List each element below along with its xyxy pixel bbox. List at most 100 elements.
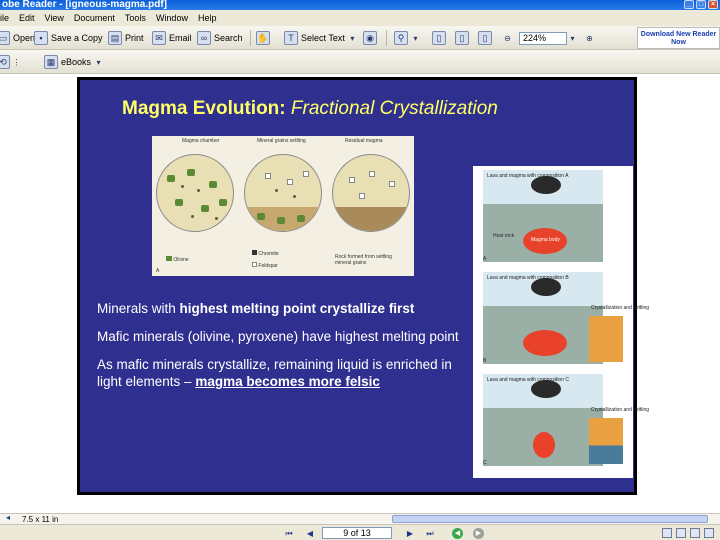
zoom-in-icon: ⊕: [586, 33, 593, 43]
actual-size-button[interactable]: ▯: [432, 30, 446, 46]
fig-label-grains: Mineral grains settling: [257, 138, 306, 144]
scroll-thumb[interactable]: [392, 515, 708, 523]
horizontal-scrollbar[interactable]: ◂ 7.5 x 11 in: [0, 513, 720, 524]
ebooks-button[interactable]: ▦ eBooks ▾: [44, 54, 103, 70]
zoom-out-icon: ⊖: [504, 33, 511, 43]
search-button[interactable]: ∞ Search: [197, 30, 243, 46]
close-icon[interactable]: ×: [708, 0, 718, 9]
menu-tools[interactable]: Tools: [125, 10, 146, 26]
bullet-1-bold: highest melting point crystallize first: [179, 301, 415, 316]
crystallization-inset: [589, 418, 623, 464]
fit-width-button[interactable]: ▯: [478, 30, 492, 46]
window-title: obe Reader - [igneous-magma.pdf]: [2, 0, 168, 10]
go-forward-icon[interactable]: ▶: [473, 528, 484, 539]
page-size-label: 7.5 x 11 in: [22, 515, 59, 524]
slide-title-bold: Magma Evolution:: [122, 98, 286, 119]
email-button[interactable]: ✉ Email: [152, 30, 192, 46]
snapshot-button[interactable]: ◉: [363, 30, 377, 46]
zoom-input[interactable]: 224%: [519, 32, 567, 45]
page-number-input[interactable]: 9 of 13: [322, 527, 392, 539]
next-page-icon[interactable]: ▶: [404, 528, 416, 539]
scroll-left-icon[interactable]: ◂: [2, 512, 14, 523]
text-cursor-icon: T: [284, 31, 298, 45]
menu-edit[interactable]: Edit: [19, 10, 35, 26]
print-button[interactable]: ▤ Print: [108, 30, 144, 46]
download-line1: Download New Reader: [640, 31, 717, 38]
volcano-sequence-figure: Lava and magma with composition A Host r…: [473, 166, 649, 478]
slide-title-italic: Fractional Crystallization: [285, 98, 498, 119]
hand-tool-button[interactable]: ✋: [256, 30, 270, 46]
bullet-3: As mafic minerals crystallize, remaining…: [97, 356, 467, 390]
continuous-view-icon[interactable]: [676, 528, 686, 538]
email-label: Email: [169, 33, 192, 43]
select-text-button[interactable]: T Select Text ▾: [284, 30, 357, 46]
legend-chromite: Chromite: [252, 250, 279, 257]
menu-window[interactable]: Window: [156, 10, 188, 26]
printer-icon: ▤: [108, 31, 122, 45]
mail-icon: ✉: [152, 31, 166, 45]
chevron-down-icon[interactable]: ▾: [94, 58, 103, 67]
toolbar-divider: [386, 30, 387, 46]
navigation-bar: ⏮ ◀ 9 of 13 ▶ ⏭ ◀ ▶: [0, 524, 720, 540]
download-reader-button[interactable]: Download New Reader Now: [637, 27, 720, 49]
toolbar-divider: [250, 30, 251, 46]
residual-magma-circle: [332, 154, 410, 232]
window-controls: _ □ ×: [684, 0, 718, 9]
bullet-3-emphasis: magma becomes more felsic: [195, 374, 380, 389]
binoculars-icon: ∞: [197, 31, 211, 45]
print-label: Print: [125, 33, 144, 43]
zoom-out-button[interactable]: ⊖: [503, 30, 512, 46]
zoom-dropdown[interactable]: ▾: [568, 30, 577, 46]
last-page-icon[interactable]: ⏭: [424, 528, 436, 539]
facing-view-icon[interactable]: [690, 528, 700, 538]
menu-bar: ile Edit View Document Tools Window Help: [0, 10, 720, 26]
toolbar-grip[interactable]: ⋮: [12, 54, 21, 70]
panel-a-host-label: Host rock: [493, 233, 515, 239]
fig-label-residual: Residual magma: [345, 138, 383, 144]
volcano-panel-a: Lava and magma with composition A Host r…: [483, 170, 623, 264]
chevron-down-icon[interactable]: ▾: [348, 34, 357, 43]
maximize-icon[interactable]: □: [696, 0, 706, 9]
bullet-1: Minerals with highest melting point crys…: [97, 300, 467, 317]
menu-help[interactable]: Help: [198, 10, 217, 26]
first-page-icon[interactable]: ⏮: [283, 528, 295, 539]
fit-page-button[interactable]: ▯: [455, 30, 469, 46]
save-icon: ▪: [34, 31, 48, 45]
zoom-tool-button[interactable]: ⚲ ▾: [394, 30, 420, 46]
secondary-toolbar: ⟲ ⋮ ▦ eBooks ▾: [0, 50, 720, 74]
menu-document[interactable]: Document: [74, 10, 115, 26]
rotate-button[interactable]: ⟲: [0, 54, 10, 70]
panel-b-letter: B: [483, 358, 487, 364]
panel-a-label: Lava and magma with composition A: [487, 173, 569, 179]
panel-c-inset-label: Crystallization and settling: [591, 407, 650, 413]
slide-title: Magma Evolution: Fractional Crystallizat…: [122, 98, 498, 120]
page-icon: ▯: [432, 31, 446, 45]
menu-file[interactable]: ile: [0, 10, 9, 26]
chevron-down-icon: ▾: [570, 33, 575, 43]
magma-chamber-circle: [156, 154, 234, 232]
camera-icon: ◉: [363, 31, 377, 45]
menu-view[interactable]: View: [45, 10, 64, 26]
fit-width-icon: ▯: [478, 31, 492, 45]
panel-c-letter: C: [483, 460, 487, 466]
minimize-icon[interactable]: _: [684, 0, 694, 9]
rotate-icon: ⟲: [0, 55, 10, 69]
chevron-down-icon[interactable]: ▾: [411, 34, 420, 43]
crystal-settling-figure: Magma chamber Mineral grains settling Re…: [152, 136, 414, 276]
previous-page-icon[interactable]: ◀: [304, 528, 316, 539]
select-text-label: Select Text: [301, 33, 345, 43]
open-button[interactable]: ▭ Open: [0, 30, 35, 46]
magma-body-shape: [523, 330, 567, 356]
hand-icon: ✋: [256, 31, 270, 45]
ebooks-label: eBooks: [61, 57, 92, 67]
save-copy-label: Save a Copy: [51, 33, 103, 43]
go-back-icon[interactable]: ◀: [452, 528, 463, 539]
legend-feldspar: Feldspar: [252, 262, 278, 269]
save-copy-button[interactable]: ▪ Save a Copy: [34, 30, 103, 46]
magma-body-shape: [533, 432, 555, 458]
zoom-in-button[interactable]: ⊕: [585, 30, 594, 46]
single-page-view-icon[interactable]: [662, 528, 672, 538]
continuous-facing-view-icon[interactable]: [704, 528, 714, 538]
panel-a-magma-label: Magma body: [531, 237, 560, 243]
settling-grains-circle: [244, 154, 322, 232]
